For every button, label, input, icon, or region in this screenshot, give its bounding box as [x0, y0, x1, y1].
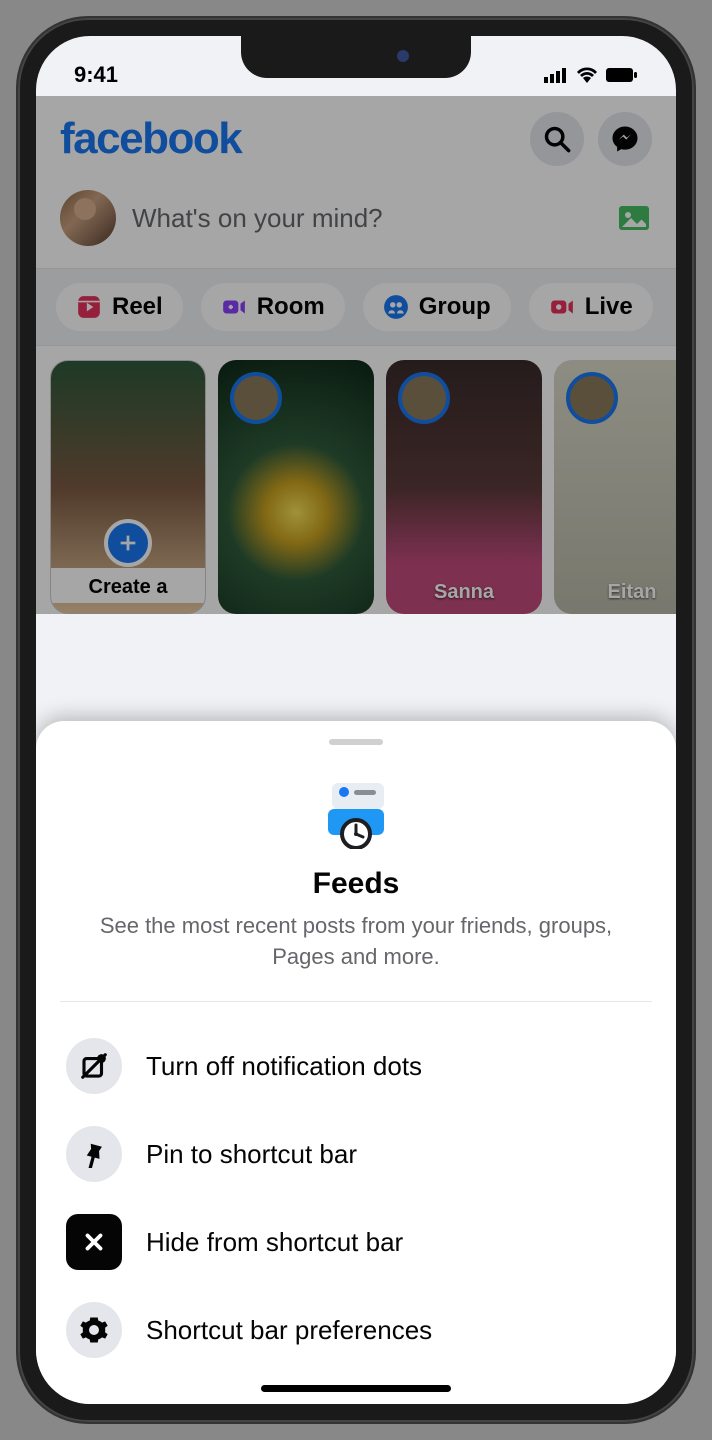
story-label: Eitan — [554, 581, 676, 604]
chip-label: Room — [257, 293, 325, 321]
composer-placeholder[interactable]: What's on your mind? — [132, 203, 600, 234]
chip-label: Reel — [112, 293, 163, 321]
sheet-item-label: Shortcut bar preferences — [146, 1315, 432, 1346]
chip-label: Group — [419, 293, 491, 321]
hide-icon — [66, 1214, 122, 1270]
story-label: Sanna — [386, 581, 542, 604]
sheet-handle[interactable] — [329, 739, 383, 745]
story-avatar — [398, 372, 450, 424]
sheet-item-pin[interactable]: Pin to shortcut bar — [36, 1110, 676, 1198]
sheet-item-label: Hide from shortcut bar — [146, 1227, 403, 1258]
sheet-subtitle: See the most recent posts from your frie… — [36, 911, 676, 973]
story-create[interactable]: Create a — [50, 360, 206, 614]
sheet-item-label: Turn off notification dots — [146, 1051, 422, 1082]
header-actions — [530, 112, 652, 166]
sheet-item-hide[interactable]: Hide from shortcut bar — [36, 1198, 676, 1286]
story-item[interactable] — [218, 360, 374, 614]
background-content: 9:41 facebook — [36, 36, 676, 614]
group-icon — [383, 294, 409, 320]
chip-room[interactable]: Room — [201, 283, 345, 331]
reel-icon — [76, 294, 102, 320]
gear-icon — [66, 1302, 122, 1358]
battery-icon — [606, 67, 638, 83]
sheet-item-preferences[interactable]: Shortcut bar preferences — [36, 1286, 676, 1374]
action-chips: Reel Room Group — [36, 268, 676, 346]
home-indicator[interactable] — [261, 1385, 451, 1392]
chip-reel[interactable]: Reel — [56, 283, 183, 331]
facebook-logo: facebook — [60, 114, 241, 164]
bottom-sheet: Feeds See the most recent posts from you… — [36, 721, 676, 1404]
cellular-icon — [544, 67, 568, 83]
story-avatar — [230, 372, 282, 424]
chip-group[interactable]: Group — [363, 283, 511, 331]
feeds-icon — [314, 779, 398, 849]
composer[interactable]: What's on your mind? — [36, 176, 676, 268]
notification-off-icon — [66, 1038, 122, 1094]
status-time: 9:41 — [74, 62, 118, 88]
chip-live[interactable]: Live — [529, 283, 653, 331]
sheet-item-label: Pin to shortcut bar — [146, 1139, 357, 1170]
messenger-icon — [610, 124, 640, 154]
live-icon — [549, 294, 575, 320]
stories-row: Create a Sanna Eitan — [36, 346, 676, 614]
plus-icon — [104, 519, 152, 567]
user-avatar[interactable] — [60, 190, 116, 246]
phone-frame: 9:41 facebook — [18, 18, 694, 1422]
app-header: facebook — [36, 96, 676, 176]
phone-screen: 9:41 facebook — [36, 36, 676, 1404]
story-item[interactable]: Eitan — [554, 360, 676, 614]
sheet-title: Feeds — [36, 867, 676, 901]
pin-icon — [66, 1126, 122, 1182]
story-label: Create a — [51, 568, 205, 603]
room-icon — [221, 294, 247, 320]
story-avatar — [566, 372, 618, 424]
story-item[interactable]: Sanna — [386, 360, 542, 614]
status-indicators — [544, 67, 638, 83]
wifi-icon — [576, 67, 598, 83]
sheet-item-turn-off-dots[interactable]: Turn off notification dots — [36, 1022, 676, 1110]
messenger-button[interactable] — [598, 112, 652, 166]
chip-label: Live — [585, 293, 633, 321]
search-button[interactable] — [530, 112, 584, 166]
notch — [241, 36, 471, 78]
divider — [60, 1001, 652, 1002]
photo-icon[interactable] — [616, 200, 652, 236]
search-icon — [543, 125, 571, 153]
